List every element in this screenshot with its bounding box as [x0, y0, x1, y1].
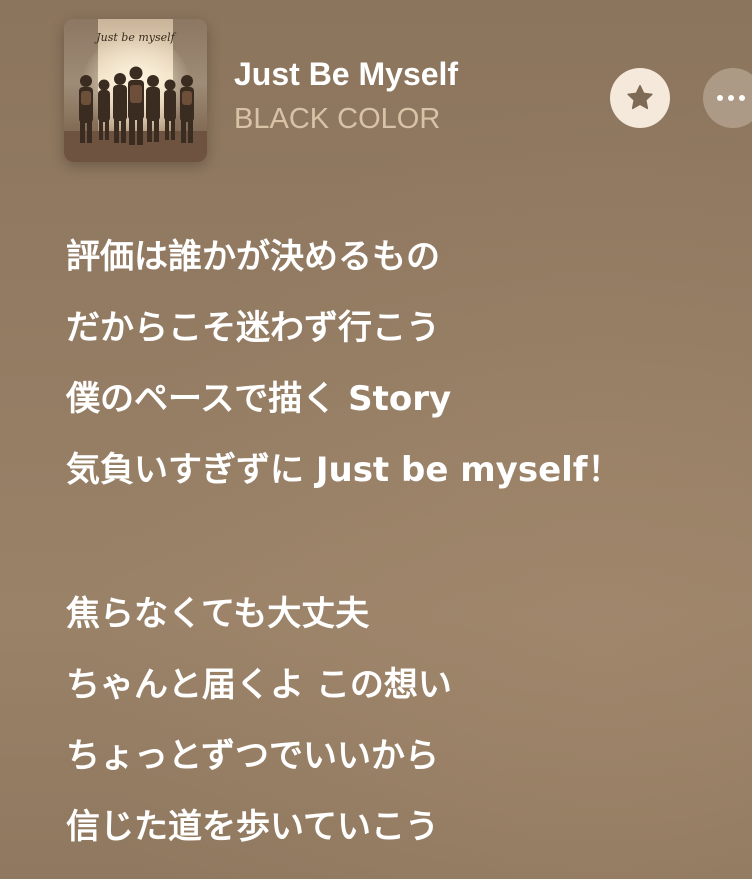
song-title[interactable]: Just Be Myself: [234, 56, 458, 93]
lyric-line[interactable]: 僕のペースで描く Story: [66, 370, 746, 441]
more-options-button[interactable]: [703, 68, 752, 128]
lyric-line[interactable]: だからこそ迷わず行こう: [66, 299, 746, 370]
lyric-line[interactable]: ちゃんと届くよ この想い: [66, 656, 746, 727]
star-icon: [627, 85, 653, 110]
lyric-line[interactable]: 焦らなくても大丈夫: [66, 585, 746, 656]
artist-name[interactable]: BLACK COLOR: [234, 103, 440, 136]
album-artwork-title: Just be myself: [96, 31, 175, 44]
ellipsis-icon: [717, 95, 745, 101]
album-artwork[interactable]: Just be myself: [64, 19, 207, 162]
now-playing-header: Just be myself Just Be Myself BLACK COLO…: [0, 0, 752, 200]
lyric-line[interactable]: 信じた道を歩いていこう: [66, 798, 746, 869]
stanza-gap: [66, 512, 746, 585]
lyric-line[interactable]: 評価は誰かが決めるもの: [66, 228, 746, 299]
lyric-line[interactable]: ちょっとずつでいいから: [66, 727, 746, 798]
favorite-button[interactable]: [610, 68, 670, 128]
lyrics-view[interactable]: 評価は誰かが決めるもの だからこそ迷わず行こう 僕のペースで描く Story 気…: [66, 228, 746, 869]
lyric-line[interactable]: 気負いすぎずに Just be myself！: [66, 441, 746, 512]
